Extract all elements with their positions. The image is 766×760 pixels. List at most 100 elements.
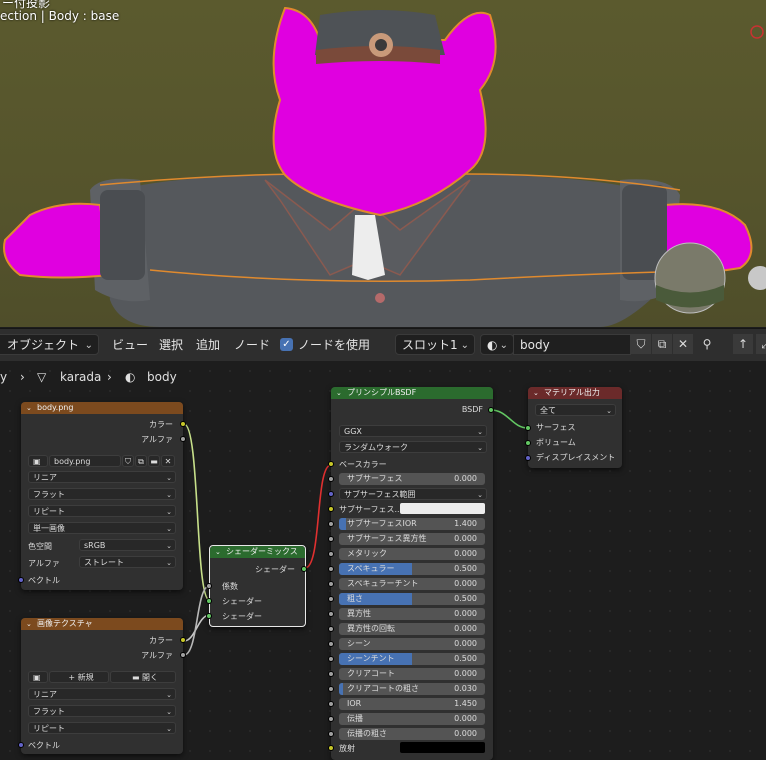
projection-dropdown[interactable]: フラット ⌄ <box>28 488 176 500</box>
subsurface-method-dropdown[interactable]: ランダムウォーク ⌄ <box>339 441 487 453</box>
fake-user-shield-icon[interactable]: ⛉ <box>631 334 651 354</box>
duplicate-icon[interactable]: ⧉ <box>652 334 672 354</box>
socket-param-in[interactable] <box>328 551 334 557</box>
param-slider[interactable]: クリアコートの粗さ 0.030 <box>339 683 485 695</box>
image-browse-button[interactable]: ▣ <box>28 671 48 683</box>
new-image-button[interactable]: + 新規 <box>49 671 109 683</box>
socket-shader-out[interactable] <box>301 566 307 572</box>
collapse-arrow-icon[interactable]: ⌄ <box>26 402 32 414</box>
socket-param-in[interactable] <box>328 521 334 527</box>
menu-node[interactable]: ノード <box>234 334 270 356</box>
collapse-arrow-icon[interactable]: ⌄ <box>533 387 539 399</box>
socket-alpha-out[interactable] <box>180 436 186 442</box>
socket-param-in[interactable] <box>328 686 334 692</box>
param-slider[interactable]: 伝播 0.000 <box>339 713 485 725</box>
socket-param-in[interactable] <box>328 731 334 737</box>
use-nodes-checkbox[interactable]: ✓ <box>280 338 293 351</box>
pin-icon[interactable]: ⚲ <box>697 334 717 354</box>
node-header[interactable]: ⌄ body.png <box>21 402 183 414</box>
slot-dropdown[interactable]: スロット1 ⌄ <box>395 334 475 355</box>
target-dropdown[interactable]: 全て ⌄ <box>535 404 616 416</box>
parent-node-tree-icon[interactable]: ↑ <box>733 334 753 354</box>
param-slider[interactable]: スペキュラーチント 0.000 <box>339 578 485 590</box>
param-slider[interactable]: シーンチント 0.500 <box>339 653 485 665</box>
subsurface-radius-dropdown[interactable]: サブサーフェス範囲 ⌄ <box>339 488 487 500</box>
overlay-icon[interactable]: ⤢ <box>756 334 766 354</box>
collapse-arrow-icon[interactable]: ⌄ <box>26 618 32 630</box>
param-slider[interactable]: IOR 1.450 <box>339 698 485 710</box>
projection-dropdown[interactable]: フラット ⌄ <box>28 705 176 717</box>
fake-user-shield-icon[interactable]: ⛉ <box>122 455 134 467</box>
socket-param-in[interactable] <box>328 581 334 587</box>
image-browse-button[interactable]: ▣ <box>28 455 48 467</box>
socket-shader2-in[interactable] <box>206 613 212 619</box>
menu-select[interactable]: 選択 <box>159 334 183 356</box>
socket-param-in[interactable] <box>328 476 334 482</box>
socket-param-in[interactable] <box>328 641 334 647</box>
socket-shader1-in[interactable] <box>206 598 212 604</box>
node-header[interactable]: ⌄ プリンシプルBSDF <box>331 387 493 399</box>
socket-param-in[interactable] <box>328 596 334 602</box>
extension-dropdown[interactable]: リピート ⌄ <box>28 505 176 517</box>
param-slider[interactable]: サブサーフェスIOR 1.400 <box>339 518 485 530</box>
node-header[interactable]: ⌄ シェーダーミックス <box>210 546 305 558</box>
socket-color-out[interactable] <box>180 421 186 427</box>
close-icon[interactable]: ✕ <box>161 455 175 467</box>
folder-icon[interactable]: ▬ <box>148 455 160 467</box>
node-header[interactable]: ⌄ マテリアル出力 <box>528 387 622 399</box>
socket-subsurface-radius-in[interactable] <box>328 491 334 497</box>
close-icon[interactable]: ✕ <box>673 334 693 354</box>
socket-param-in[interactable] <box>328 701 334 707</box>
param-slider[interactable]: クリアコート 0.000 <box>339 668 485 680</box>
menu-view[interactable]: ビュー <box>112 334 148 356</box>
interpolation-dropdown[interactable]: リニア ⌄ <box>28 688 176 700</box>
image-texture-node-empty[interactable]: ⌄ 画像テクスチャ カラー アルファ ▣ + 新規 ▬ 開く リニア ⌄ フラット… <box>18 618 186 754</box>
socket-factor-in[interactable] <box>206 583 212 589</box>
mix-shader-node[interactable]: ⌄ シェーダーミックス シェーダー 係数 シェーダー シェーダー <box>206 545 307 627</box>
material-browse-button[interactable]: ◐ ⌄ <box>480 334 514 355</box>
duplicate-icon[interactable]: ⧉ <box>135 455 147 467</box>
socket-color-out[interactable] <box>180 637 186 643</box>
node-editor-canvas[interactable]: y › ▽ karada › ◐ body ⌄ body.png カラー アルフ… <box>0 361 766 760</box>
socket-alpha-out[interactable] <box>180 652 186 658</box>
interpolation-dropdown[interactable]: リニア ⌄ <box>28 471 176 483</box>
socket-bsdf-out[interactable] <box>488 407 494 413</box>
alpha-mode-dropdown[interactable]: ストレート ⌄ <box>79 556 176 568</box>
emission-color-swatch[interactable] <box>400 742 485 753</box>
socket-base-color-in[interactable] <box>328 461 334 467</box>
subsurface-color-swatch[interactable] <box>400 503 485 514</box>
socket-param-in[interactable] <box>328 566 334 572</box>
param-slider[interactable]: サブサーフェス 0.000 <box>339 473 485 485</box>
socket-emission-in[interactable] <box>328 745 334 751</box>
principled-bsdf-node[interactable]: ⌄ プリンシプルBSDF BSDF GGX ⌄ ランダムウォーク ⌄ ベースカラー … <box>328 387 494 760</box>
collapse-arrow-icon[interactable]: ⌄ <box>336 387 342 399</box>
socket-param-in[interactable] <box>328 716 334 722</box>
image-texture-node-body[interactable]: ⌄ body.png カラー アルファ ▣ body.png ⛉ ⧉ ▬ ✕ リ… <box>18 402 186 590</box>
node-header[interactable]: ⌄ 画像テクスチャ <box>21 618 183 630</box>
socket-param-in[interactable] <box>328 611 334 617</box>
param-slider[interactable]: サブサーフェス異方性 0.000 <box>339 533 485 545</box>
image-name-field[interactable]: body.png <box>49 455 121 467</box>
collapse-arrow-icon[interactable]: ⌄ <box>215 546 221 558</box>
socket-param-in[interactable] <box>328 626 334 632</box>
distribution-dropdown[interactable]: GGX ⌄ <box>339 425 487 437</box>
socket-param-in[interactable] <box>328 671 334 677</box>
param-slider[interactable]: シーン 0.000 <box>339 638 485 650</box>
colorspace-dropdown[interactable]: sRGB ⌄ <box>79 539 176 551</box>
source-dropdown[interactable]: 単一画像 ⌄ <box>28 522 176 534</box>
param-slider[interactable]: 粗さ 0.500 <box>339 593 485 605</box>
material-name-field[interactable]: body <box>513 334 631 355</box>
extension-dropdown[interactable]: リピート ⌄ <box>28 722 176 734</box>
param-slider[interactable]: 異方性の回転 0.000 <box>339 623 485 635</box>
socket-volume-in[interactable] <box>525 440 531 446</box>
mode-dropdown[interactable]: オブジェクト ⌄ <box>0 334 99 355</box>
socket-subsurface-color-in[interactable] <box>328 506 334 512</box>
open-image-button[interactable]: ▬ 開く <box>110 671 176 683</box>
socket-surface-in[interactable] <box>525 425 531 431</box>
param-slider[interactable]: 異方性 0.000 <box>339 608 485 620</box>
param-slider[interactable]: スペキュラー 0.500 <box>339 563 485 575</box>
3d-viewport[interactable]: ー付投影 ection | Body : base <box>0 0 766 327</box>
param-slider[interactable]: 伝播の粗さ 0.000 <box>339 728 485 740</box>
material-output-node[interactable]: ⌄ マテリアル出力 全て ⌄ サーフェス ボリューム ディスプレイスメント <box>525 387 622 468</box>
socket-param-in[interactable] <box>328 536 334 542</box>
